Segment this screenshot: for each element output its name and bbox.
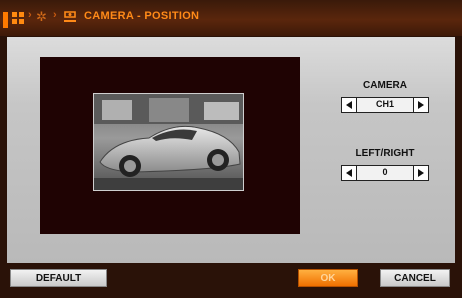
camera-snapshot <box>93 93 244 191</box>
arrow-left-icon <box>346 101 352 109</box>
camera-prev-button[interactable] <box>342 98 357 112</box>
arrow-left-icon <box>346 169 352 177</box>
chevron-right-icon: › <box>53 9 57 21</box>
title-accent <box>3 12 8 28</box>
camera-value: CH1 <box>375 99 394 109</box>
content-panel: CAMERA CH1 LEFT/RIGHT 0 <box>7 37 455 263</box>
arrow-right-icon <box>418 101 424 109</box>
camera-preview <box>40 57 300 234</box>
default-button[interactable]: DEFAULT <box>10 269 107 287</box>
left-right-selector: 0 <box>341 165 429 181</box>
left-right-increase-button[interactable] <box>413 166 428 180</box>
left-right-value: 0 <box>382 167 388 177</box>
left-right-label: LEFT/RIGHT <box>355 148 415 159</box>
window-title: CAMERA - POSITION <box>84 10 200 22</box>
title-bar: › ✲ › CAMERA - POSITION <box>0 0 462 36</box>
camera-next-button[interactable] <box>413 98 428 112</box>
chevron-right-icon: › <box>28 9 32 21</box>
camera-selector: CH1 <box>341 97 429 113</box>
button-bar: DEFAULT OK CANCEL <box>7 263 455 290</box>
camera-icon <box>63 9 77 25</box>
left-right-decrease-button[interactable] <box>342 166 357 180</box>
menu-grid-icon[interactable] <box>12 9 26 25</box>
arrow-right-icon <box>418 169 424 177</box>
camera-label: CAMERA <box>363 80 407 91</box>
ok-button[interactable]: OK <box>298 269 358 287</box>
cancel-button[interactable]: CANCEL <box>380 269 450 287</box>
gear-icon[interactable]: ✲ <box>36 9 47 25</box>
